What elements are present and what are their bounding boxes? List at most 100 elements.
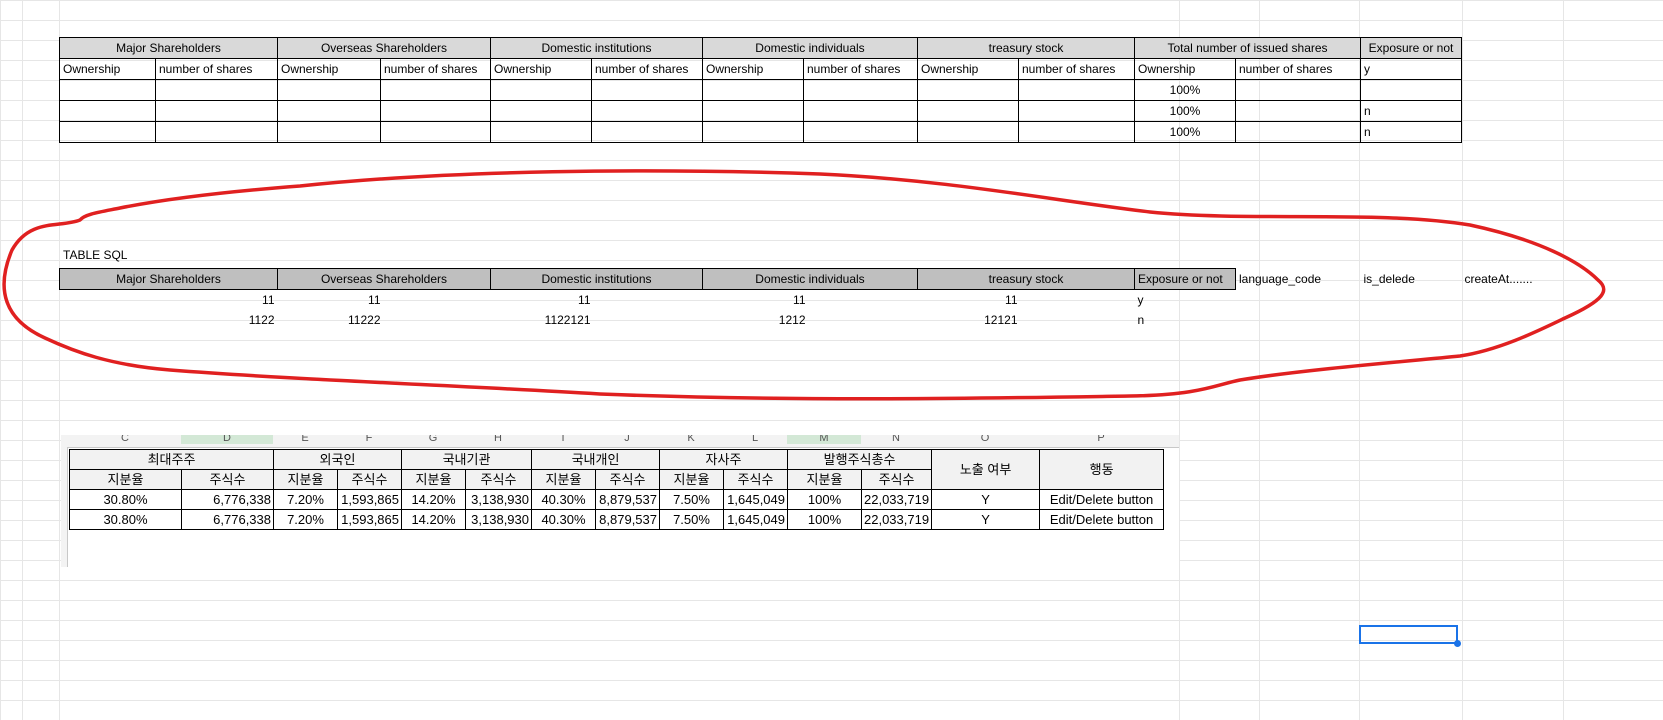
cell: 40.30% (531, 509, 596, 530)
group-header[interactable]: Domestic individuals (702, 37, 918, 59)
cell[interactable] (1235, 100, 1361, 122)
sub-header[interactable]: number of shares (591, 58, 703, 80)
table-row: 11 11 11 11 11 y (60, 290, 1563, 311)
cell[interactable] (917, 79, 1019, 101)
cell[interactable]: 11 (278, 290, 491, 311)
cell[interactable]: 11222 (278, 310, 491, 330)
cell[interactable] (59, 121, 156, 143)
cell[interactable] (155, 100, 278, 122)
cell[interactable] (1462, 310, 1563, 330)
selected-cell[interactable] (1359, 625, 1461, 647)
cell[interactable] (1361, 290, 1462, 311)
group-header[interactable]: Domestic institutions (490, 37, 703, 59)
sql-header[interactable]: Exposure or not (1134, 268, 1236, 290)
sub-header[interactable]: number of shares (1235, 58, 1361, 80)
sql-header[interactable]: Overseas Shareholders (277, 268, 491, 290)
exposure-cell[interactable] (1360, 79, 1462, 101)
cell[interactable] (803, 79, 918, 101)
column-letter: L (751, 435, 759, 444)
sql-header[interactable]: is_delede (1361, 269, 1462, 290)
group-header[interactable]: Exposure or not (1360, 37, 1462, 59)
group-header[interactable]: Total number of issued shares (1134, 37, 1361, 59)
total-pct-cell[interactable]: 100% (1134, 100, 1236, 122)
cell: 40.30% (531, 489, 596, 510)
cell[interactable] (917, 121, 1019, 143)
cell[interactable] (490, 79, 592, 101)
cell[interactable] (1236, 310, 1361, 330)
cell[interactable] (1235, 79, 1361, 101)
cell[interactable] (702, 100, 804, 122)
cell[interactable] (380, 79, 491, 101)
cell: 1,593,865 (337, 509, 402, 530)
cell[interactable] (917, 100, 1019, 122)
cell[interactable] (59, 100, 156, 122)
cell[interactable]: 11 (60, 290, 278, 311)
cell[interactable] (1018, 79, 1135, 101)
cell[interactable]: 11 (703, 290, 918, 311)
group-header[interactable]: Major Shareholders (59, 37, 278, 59)
sub-header[interactable]: Ownership (702, 58, 804, 80)
cell[interactable] (803, 121, 918, 143)
cell[interactable] (591, 121, 703, 143)
sql-header[interactable]: language_code (1236, 269, 1361, 290)
cell[interactable] (490, 100, 592, 122)
group-header: 국내개인 (531, 449, 660, 470)
fill-handle[interactable] (1454, 640, 1461, 647)
sql-header[interactable]: Domestic individuals (702, 268, 918, 290)
cell[interactable]: 1212 (703, 310, 918, 330)
cell[interactable]: 1122121 (491, 310, 703, 330)
group-header[interactable]: Overseas Shareholders (277, 37, 491, 59)
cell[interactable] (702, 79, 804, 101)
cell[interactable] (591, 79, 703, 101)
sub-header[interactable]: Ownership (277, 58, 381, 80)
sub-header[interactable]: Ownership (1134, 58, 1236, 80)
cell[interactable] (380, 100, 491, 122)
sub-header[interactable]: Ownership (59, 58, 156, 80)
total-pct-cell[interactable]: 100% (1134, 79, 1236, 101)
group-header-row: Major Shareholders Overseas Shareholders… (59, 37, 1462, 59)
cell[interactable] (277, 121, 381, 143)
cell[interactable] (59, 79, 156, 101)
sql-header[interactable]: Domestic institutions (490, 268, 703, 290)
cell[interactable] (803, 100, 918, 122)
cell[interactable] (380, 121, 491, 143)
cell[interactable] (155, 79, 278, 101)
sub-header[interactable]: number of shares (155, 58, 278, 80)
sub-header: 주식수 (337, 469, 402, 490)
sub-header[interactable]: Ownership (490, 58, 592, 80)
cell[interactable] (1462, 290, 1563, 311)
cell[interactable] (702, 121, 804, 143)
cell[interactable] (1235, 121, 1361, 143)
cell[interactable]: y (1135, 290, 1236, 311)
sql-table-label[interactable]: TABLE SQL (63, 248, 127, 262)
total-pct-cell[interactable]: 100% (1134, 121, 1236, 143)
exposure-cell[interactable]: n (1360, 121, 1462, 143)
cell[interactable] (1018, 121, 1135, 143)
cell[interactable] (155, 121, 278, 143)
cell[interactable] (277, 79, 381, 101)
column-letter: N (892, 435, 900, 444)
cell[interactable] (591, 100, 703, 122)
cell[interactable] (490, 121, 592, 143)
exposure-cell[interactable]: n (1360, 100, 1462, 122)
sub-header[interactable]: number of shares (1018, 58, 1135, 80)
sql-header[interactable]: treasury stock (917, 268, 1135, 290)
sql-header[interactable]: createAt....... (1462, 269, 1563, 290)
cell[interactable]: 1122 (60, 310, 278, 330)
cell[interactable] (1236, 290, 1361, 311)
cell[interactable] (1361, 310, 1462, 330)
cell[interactable] (277, 100, 381, 122)
sub-header[interactable]: number of shares (803, 58, 918, 80)
group-header[interactable]: treasury stock (917, 37, 1135, 59)
sub-header[interactable]: number of shares (380, 58, 491, 80)
sub-header[interactable]: y (1360, 58, 1462, 80)
cell[interactable]: 11 (918, 290, 1135, 311)
sql-header[interactable]: Major Shareholders (59, 268, 278, 290)
cell[interactable]: 11 (491, 290, 703, 311)
cell[interactable] (1018, 100, 1135, 122)
cell[interactable]: 12121 (918, 310, 1135, 330)
sub-header[interactable]: Ownership (917, 58, 1019, 80)
cell[interactable]: n (1135, 310, 1236, 330)
sub-header: 주식수 (723, 469, 788, 490)
grid-col-line (22, 0, 23, 720)
